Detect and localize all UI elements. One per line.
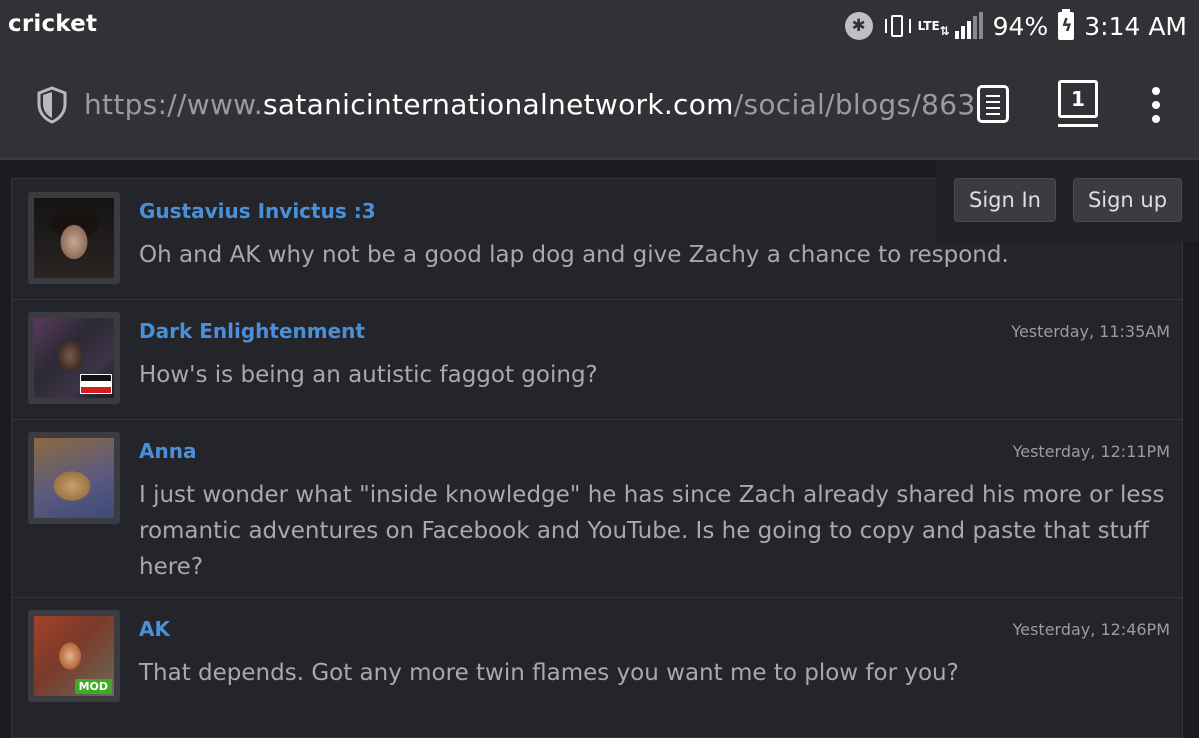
lte-icon: LTE ⇅ — [917, 18, 950, 38]
browser-toolbar: https://www.satanicinternationalnetwork.… — [0, 52, 1199, 158]
vibrate-icon — [883, 12, 913, 40]
signal-icon — [954, 12, 983, 39]
comment-author[interactable]: Dark Enlightenment — [139, 319, 365, 343]
battery-percent: 94% — [992, 11, 1049, 41]
comment-timestamp: Yesterday, 12:46PM — [1012, 620, 1170, 639]
network-type: LTE — [917, 18, 940, 33]
sign-up-button[interactable]: Sign up — [1073, 178, 1182, 222]
comment-text: I just wonder what "inside knowledge" he… — [139, 482, 1165, 580]
comment-text: That depends. Got any more twin flames y… — [139, 660, 959, 686]
flag-icon — [80, 374, 112, 394]
page-content: Gustavius Invictus :3 Oh and AK why not … — [0, 160, 1199, 738]
overflow-menu-icon[interactable] — [1150, 87, 1162, 123]
url-path: /social/blogs/863 — [733, 88, 976, 121]
status-icons: ✱ LTE ⇅ 94% ϟ 3:14 AM — [844, 7, 1187, 45]
avatar[interactable] — [28, 432, 120, 524]
tab-count: 1 — [1071, 87, 1085, 111]
comment-author[interactable]: AK — [139, 617, 170, 641]
auth-panel: Sign In Sign up — [936, 160, 1199, 242]
tabs-icon[interactable]: 1 — [1058, 80, 1098, 127]
comment-author[interactable]: Anna — [139, 439, 196, 463]
shield-icon[interactable] — [36, 86, 68, 124]
avatar[interactable]: MOD — [28, 610, 120, 702]
reader-mode-icon[interactable] — [977, 85, 1009, 123]
clock: 3:14 AM — [1084, 11, 1187, 41]
comment-list: Gustavius Invictus :3 Oh and AK why not … — [11, 178, 1183, 738]
bluetooth-icon: ✱ — [844, 12, 873, 40]
mod-badge: MOD — [74, 679, 112, 694]
url-host: satanicinternationalnetwork.com — [263, 88, 734, 121]
comment-timestamp: Yesterday, 11:35AM — [1011, 322, 1170, 341]
comment-timestamp: Yesterday, 12:11PM — [1012, 442, 1170, 461]
carrier-name: cricket — [8, 11, 98, 37]
battery-charging-icon: ϟ — [1058, 9, 1075, 40]
avatar[interactable] — [28, 192, 120, 284]
comment-author[interactable]: Gustavius Invictus :3 — [139, 199, 376, 223]
comment-item: Anna Yesterday, 12:11PM I just wonder wh… — [12, 419, 1182, 598]
sign-in-button[interactable]: Sign In — [954, 178, 1056, 222]
comment-text: Oh and AK why not be a good lap dog and … — [139, 242, 1009, 268]
url-scheme: https://www. — [84, 88, 263, 121]
address-bar[interactable]: https://www.satanicinternationalnetwork.… — [84, 88, 975, 121]
avatar[interactable] — [28, 312, 120, 404]
status-bar: cricket ✱ LTE ⇅ 94% ϟ 3:14 AM — [0, 0, 1199, 52]
comment-item: Dark Enlightenment Yesterday, 11:35AM Ho… — [12, 299, 1182, 420]
comment-text: How's is being an autistic faggot going? — [139, 362, 598, 388]
comment-item: MOD AK Yesterday, 12:46PM That depends. … — [12, 597, 1182, 722]
